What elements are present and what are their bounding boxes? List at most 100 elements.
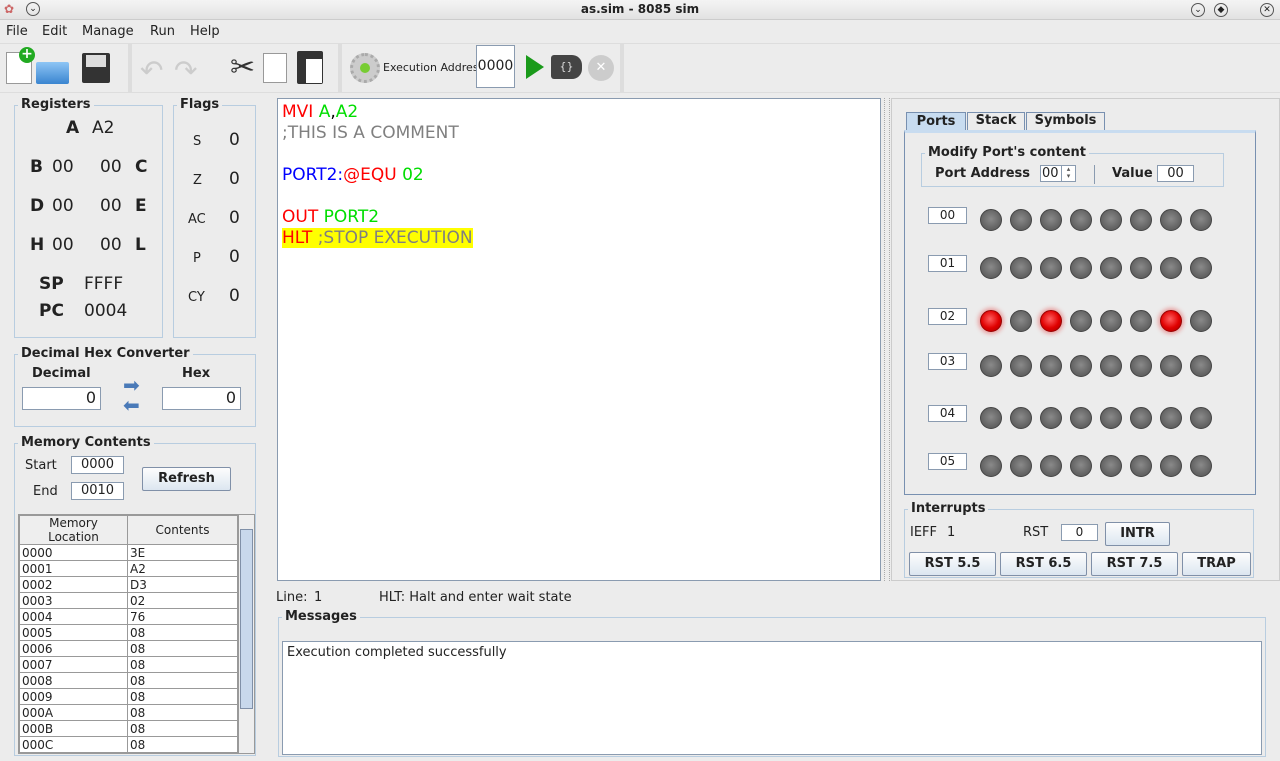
menu-help[interactable]: Help: [190, 24, 220, 39]
memory-scrollbar[interactable]: [238, 515, 254, 753]
port-bit-led: [1040, 455, 1062, 477]
port-address-box: 02: [928, 308, 967, 325]
minimize-icon[interactable]: ⌄: [1191, 3, 1205, 17]
close-icon[interactable]: ✕: [1260, 3, 1274, 17]
col-contents[interactable]: Contents: [127, 515, 238, 545]
memory-location: 0008: [19, 672, 128, 689]
new-file-icon[interactable]: +: [6, 47, 35, 84]
tab-stack[interactable]: Stack: [967, 112, 1025, 130]
port-bit-led: [1010, 209, 1032, 231]
maximize-icon[interactable]: ◆: [1214, 3, 1228, 17]
port-bit-led: [1010, 407, 1032, 429]
reg-a-value: A2: [92, 118, 115, 138]
rst55-button[interactable]: RST 5.5: [909, 552, 996, 576]
port-value-input[interactable]: 00: [1157, 165, 1194, 182]
menu-run[interactable]: Run: [150, 24, 175, 39]
memory-row[interactable]: 000C 08: [19, 736, 238, 753]
memory-row[interactable]: 0008 08: [19, 672, 238, 689]
paste-icon[interactable]: [297, 51, 323, 84]
port-bit-led: [1070, 407, 1092, 429]
port-bit-led: [1040, 209, 1062, 231]
scroll-thumb[interactable]: [240, 529, 253, 709]
memory-row[interactable]: 0004 76: [19, 608, 238, 625]
save-icon[interactable]: [82, 53, 110, 83]
port-bit-led: [1130, 455, 1152, 477]
undo-icon[interactable]: ↶: [140, 54, 163, 87]
code-token: ;STOP EXECUTION: [317, 228, 473, 248]
tab-ports[interactable]: Ports: [906, 112, 966, 131]
code-token: MVI: [282, 102, 319, 122]
port-bit-led: [1100, 455, 1122, 477]
start-input[interactable]: 0000: [71, 456, 124, 474]
menu-manage[interactable]: Manage: [82, 24, 134, 39]
port-address-box: 01: [928, 255, 967, 272]
memory-content: 08: [127, 672, 238, 689]
intr-button[interactable]: INTR: [1105, 522, 1170, 546]
settings-gear-icon[interactable]: [350, 53, 380, 83]
memory-row[interactable]: 0001 A2: [19, 560, 238, 577]
memory-row[interactable]: 000A 08: [19, 704, 238, 721]
memory-location: 0004: [19, 608, 128, 625]
memory-row[interactable]: 0000 3E: [19, 544, 238, 561]
port-bit-led: [1070, 209, 1092, 231]
memory-row[interactable]: 000B 08: [19, 720, 238, 737]
memory-location: 0009: [19, 688, 128, 705]
memory-row[interactable]: 0005 08: [19, 624, 238, 641]
code-editor[interactable]: MVI A,A2 ;THIS IS A COMMENT PORT2:@EQU 02 O…: [277, 98, 881, 581]
step-icon[interactable]: {}: [551, 55, 582, 79]
memory-table: Memory Location Contents 0000 3E 0001 A2 0002…: [19, 515, 238, 753]
port-bit-led: [1040, 257, 1062, 279]
col-memory-location[interactable]: Memory Location: [19, 515, 128, 545]
ieff-value: 1: [947, 525, 956, 540]
port-bit-led: [1160, 310, 1182, 332]
messages-output[interactable]: Execution completed successfully: [282, 641, 1262, 755]
line-label: Line:: [276, 590, 308, 605]
memory-content: A2: [127, 560, 238, 577]
port-address-label: Port Address: [935, 166, 1030, 181]
hex-input[interactable]: 0: [162, 387, 241, 410]
port-bit-led: [1010, 257, 1032, 279]
rst-label: RST: [1023, 525, 1049, 540]
copy-icon[interactable]: [263, 53, 287, 83]
memory-row[interactable]: 0002 D3: [19, 576, 238, 593]
rst-input[interactable]: 0: [1061, 524, 1098, 541]
end-input[interactable]: 0010: [71, 482, 124, 500]
execution-address-input[interactable]: 0000: [476, 45, 515, 88]
trap-button[interactable]: TRAP: [1182, 552, 1251, 576]
memory-row[interactable]: 0006 08: [19, 640, 238, 657]
flags-panel: Flags S 0 Z 0 AC 0 P 0 CY 0: [173, 97, 256, 338]
spinner-arrows-icon[interactable]: ▴ ▾: [1061, 166, 1075, 181]
open-file-icon[interactable]: [36, 62, 69, 84]
reg-d-label: D: [30, 196, 45, 216]
flag-p-value: 0: [229, 247, 240, 267]
stop-icon[interactable]: ✕: [588, 55, 614, 81]
memory-location: 0003: [19, 592, 128, 609]
cut-icon[interactable]: ✂: [230, 50, 255, 85]
arrow-left-icon[interactable]: ➡: [123, 393, 140, 417]
splitter-handle[interactable]: [884, 98, 890, 581]
port-bit-led: [1010, 310, 1032, 332]
refresh-button[interactable]: Refresh: [142, 467, 231, 491]
rst65-button[interactable]: RST 6.5: [1000, 552, 1087, 576]
redo-icon[interactable]: ↷: [174, 54, 197, 87]
memory-location: 0002: [19, 576, 128, 593]
decimal-input[interactable]: 0: [22, 387, 101, 410]
port-address-box: 00: [928, 207, 967, 224]
registers-title: Registers: [18, 97, 94, 112]
memory-row[interactable]: 0007 08: [19, 656, 238, 673]
memory-row[interactable]: 000D08: [19, 752, 238, 753]
menu-file[interactable]: File: [6, 24, 28, 39]
tab-symbols[interactable]: Symbols: [1026, 112, 1105, 130]
run-icon[interactable]: [526, 55, 544, 79]
memory-content: 08: [127, 624, 238, 641]
memory-row[interactable]: 0003 02: [19, 592, 238, 609]
memory-row[interactable]: 0009 08: [19, 688, 238, 705]
menu-edit[interactable]: Edit: [42, 24, 67, 39]
rst75-button[interactable]: RST 7.5: [1091, 552, 1178, 576]
port-bit-led: [1100, 355, 1122, 377]
memory-location: 000C: [19, 736, 128, 753]
messages-panel: Messages Execution completed successfull…: [278, 609, 1266, 757]
port-address-spinner[interactable]: 00 ▴ ▾: [1040, 165, 1076, 182]
hex-label: Hex: [182, 366, 211, 381]
